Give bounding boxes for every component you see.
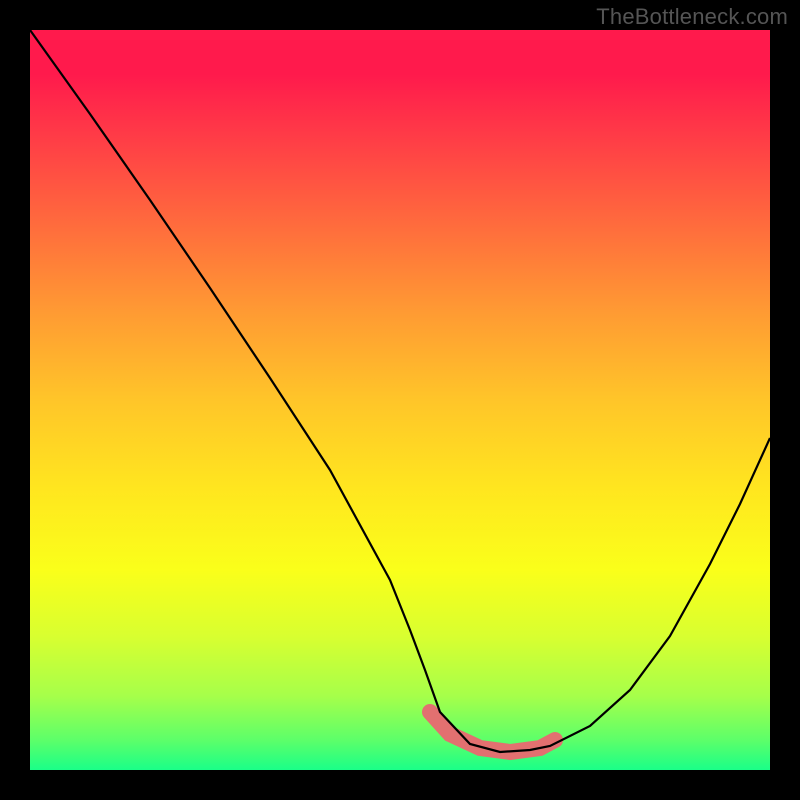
fit-highlight-path (430, 712, 555, 752)
main-curve-path (30, 30, 770, 752)
chart-frame: TheBottleneck.com (0, 0, 800, 800)
plot-area (30, 30, 770, 770)
curve-svg (30, 30, 770, 770)
watermark-text: TheBottleneck.com (596, 4, 788, 30)
